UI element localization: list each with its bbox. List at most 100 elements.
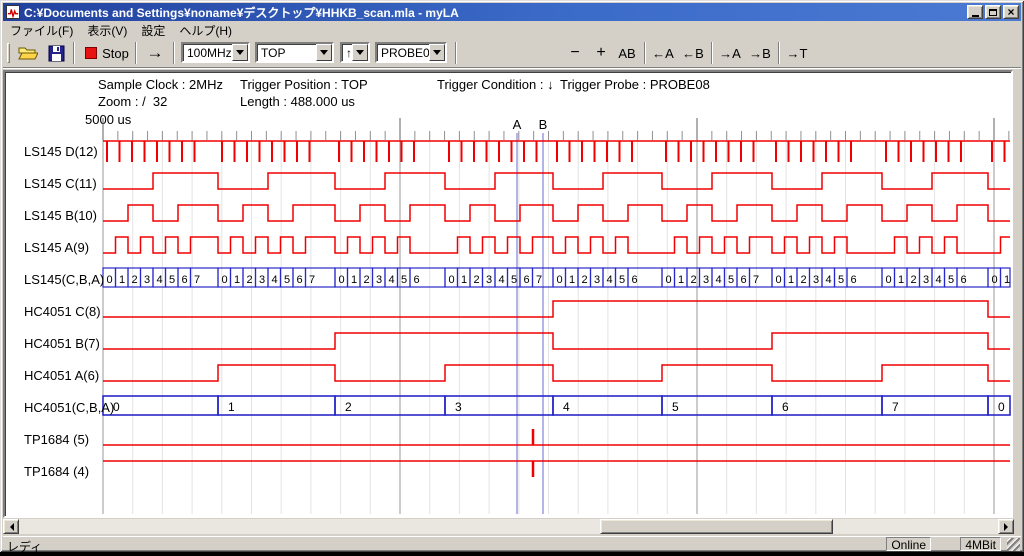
- toolbar-separator: [73, 42, 75, 64]
- bus-value: 1: [119, 274, 125, 286]
- ab-cursor-button[interactable]: AB: [613, 41, 641, 65]
- bus-value: 6: [631, 274, 637, 286]
- bus-value: 4: [606, 274, 612, 286]
- stop-label: Stop: [102, 46, 129, 61]
- bus-value: 5: [169, 274, 175, 286]
- trigger-probe-combo[interactable]: PROBE00: [375, 42, 447, 63]
- bus-value: 6: [740, 274, 746, 286]
- trigger-edge-value: ↑: [342, 44, 352, 61]
- arrow-left-icon: [6, 523, 14, 531]
- zoom-out-button[interactable]: −: [563, 41, 587, 65]
- bus-value: 6: [181, 274, 187, 286]
- combo-dropdown-button[interactable]: [232, 44, 248, 61]
- waveform-plot: AB01234567012345670123456012345670123456…: [5, 72, 1011, 516]
- bus-value: 3: [486, 274, 492, 286]
- scroll-left-button[interactable]: [3, 519, 19, 534]
- waveform-trace: [103, 173, 1010, 189]
- minimize-button[interactable]: [967, 5, 983, 19]
- chevron-down-icon: [320, 50, 328, 59]
- bus-value: 0: [665, 274, 671, 286]
- bus-value: 4: [715, 274, 721, 286]
- bus-value: 2: [800, 274, 806, 286]
- resize-grip[interactable]: [1007, 538, 1020, 551]
- bus-value: 3: [703, 274, 709, 286]
- stop-button[interactable]: Stop: [81, 41, 133, 65]
- bus-value: 2: [131, 274, 137, 286]
- status-bar: レディ Online 4MBit: [3, 536, 1021, 550]
- bus-value: 1: [461, 274, 467, 286]
- bus-value: 5: [672, 400, 679, 414]
- bus-value: 1: [898, 274, 904, 286]
- bus-value: 2: [246, 274, 252, 286]
- bus-value: 2: [363, 274, 369, 286]
- toolbar-separator: [135, 42, 137, 64]
- menu-file[interactable]: ファイル(F): [3, 21, 80, 40]
- app-window: C:¥Documents and Settings¥noname¥デスクトップ¥…: [0, 0, 1024, 552]
- bus-value: 5: [948, 274, 954, 286]
- channel-label: LS145 D(12): [24, 144, 98, 159]
- menu-settings[interactable]: 設定: [134, 21, 172, 40]
- bus-value: 4: [825, 274, 831, 286]
- channel-label: LS145 C(11): [24, 176, 97, 191]
- channel-label: HC4051(C,B,A): [24, 400, 114, 415]
- bus-value: 3: [144, 274, 150, 286]
- goto-a-left-button[interactable]: ←A: [649, 41, 677, 65]
- toolbar: Stop → 100MHz TOP ↑ PROBE00 − + AB ←A ←B: [3, 38, 1021, 68]
- toolbar-separator: [644, 42, 646, 64]
- goto-trigger-button[interactable]: →T: [783, 41, 811, 65]
- toolbar-separator: [455, 42, 457, 64]
- open-file-button[interactable]: [15, 41, 41, 65]
- bus-value: 0: [338, 274, 344, 286]
- goto-a-right-button[interactable]: →A: [716, 41, 744, 65]
- run-button[interactable]: →: [141, 41, 169, 65]
- bus-value: 0: [556, 274, 562, 286]
- close-button[interactable]: ×: [1003, 5, 1019, 19]
- channel-label: HC4051 A(6): [24, 368, 99, 383]
- waveform-trace: [103, 333, 1010, 349]
- bus-value: 6: [413, 274, 419, 286]
- bus-value: 7: [309, 274, 315, 286]
- combo-dropdown-button[interactable]: [316, 44, 332, 61]
- waveform-trace: [103, 237, 1010, 253]
- status-online: Online: [886, 537, 931, 551]
- bus-value: 1: [788, 274, 794, 286]
- toolbar-grip[interactable]: [7, 43, 10, 63]
- zoom-in-button[interactable]: +: [589, 41, 613, 65]
- bus-value: 4: [156, 274, 162, 286]
- bus-value: 5: [284, 274, 290, 286]
- bus-value: 3: [923, 274, 929, 286]
- bus-value: 0: [106, 274, 112, 286]
- scroll-right-button[interactable]: [998, 519, 1014, 534]
- bus-value: 6: [523, 274, 529, 286]
- trigger-edge-combo[interactable]: ↑: [340, 42, 370, 63]
- combo-dropdown-button[interactable]: [352, 44, 368, 61]
- sample-clock-value: 100MHz: [183, 44, 232, 61]
- bus-value: 1: [228, 400, 235, 414]
- goto-b-left-button[interactable]: ←B: [679, 41, 707, 65]
- bus-value: 3: [455, 400, 462, 414]
- menu-view[interactable]: 表示(V): [80, 21, 134, 40]
- bus-value: 4: [271, 274, 277, 286]
- close-icon: ×: [1007, 7, 1014, 17]
- bus-value: 7: [892, 400, 899, 414]
- bus-value: 0: [998, 400, 1005, 414]
- waveform-trace: [103, 205, 1010, 221]
- bus-value: 1: [569, 274, 575, 286]
- sample-clock-combo[interactable]: 100MHz: [181, 42, 250, 63]
- horizontal-scrollbar[interactable]: [3, 519, 1014, 534]
- cursor-b-label: B: [539, 117, 548, 132]
- scrollbar-thumb[interactable]: [600, 519, 833, 534]
- save-button[interactable]: [43, 41, 69, 65]
- bus-value: 0: [775, 274, 781, 286]
- bus-value: 1: [1004, 274, 1010, 286]
- combo-dropdown-button[interactable]: [429, 44, 445, 61]
- maximize-button[interactable]: [985, 5, 1001, 19]
- bus-value: 3: [813, 274, 819, 286]
- trigger-position-combo[interactable]: TOP: [255, 42, 334, 63]
- channel-label: HC4051 C(8): [24, 304, 101, 319]
- toolbar-separator: [173, 42, 175, 64]
- goto-b-right-button[interactable]: →B: [746, 41, 774, 65]
- menu-help[interactable]: ヘルプ(H): [172, 21, 239, 40]
- chevron-down-icon: [433, 50, 441, 59]
- bus-cell: [103, 396, 218, 415]
